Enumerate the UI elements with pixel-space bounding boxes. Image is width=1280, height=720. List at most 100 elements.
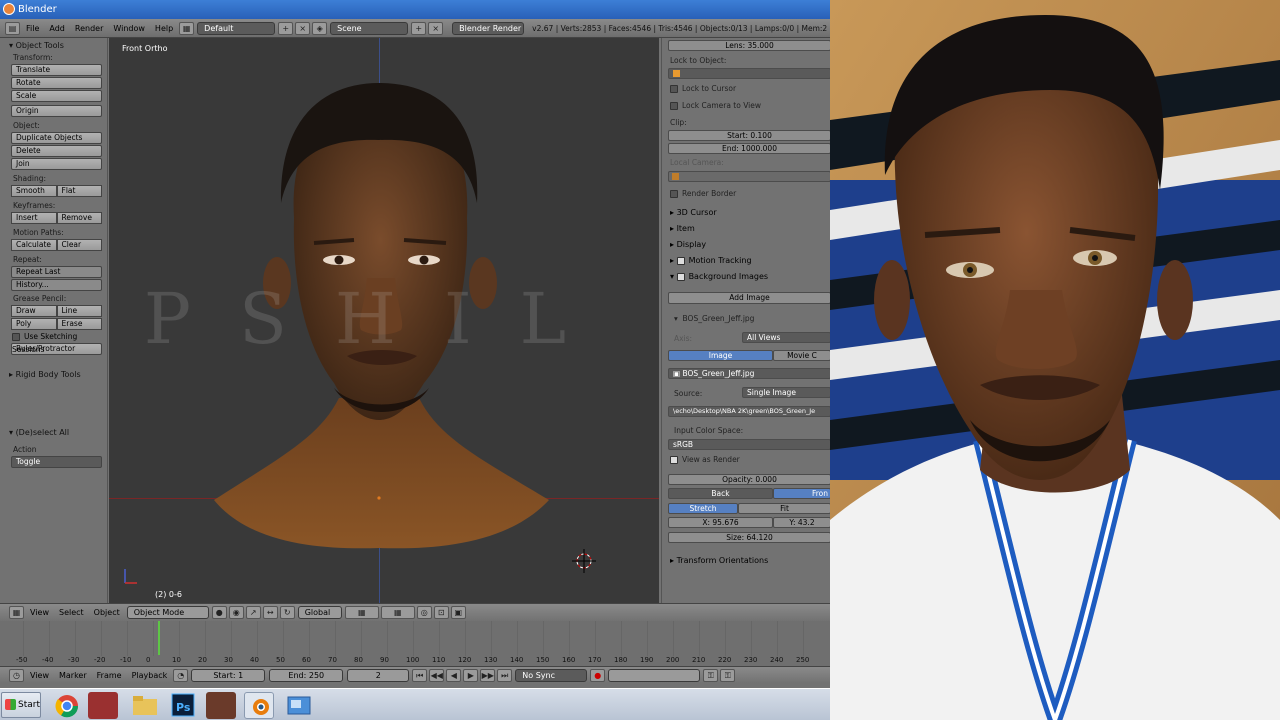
control-panel-icon[interactable]: [284, 692, 314, 719]
insert-keyframe-button[interactable]: Insert: [11, 212, 57, 224]
flat-button[interactable]: Flat: [56, 185, 102, 197]
history-button[interactable]: History...: [11, 279, 102, 291]
layers-1-icon[interactable]: ▦: [344, 606, 379, 619]
draw-button[interactable]: Draw: [11, 305, 57, 317]
end-frame-field[interactable]: End: 250: [269, 668, 344, 682]
back-button[interactable]: Back: [668, 488, 773, 499]
sketching-row[interactable]: Use Sketching Sessions: [3, 330, 107, 354]
background-images-checkbox[interactable]: [676, 272, 685, 281]
rigid-body-header[interactable]: ▸ Rigid Body Tools: [3, 367, 107, 381]
lock-cursor-row[interactable]: Lock to Cursor: [670, 84, 736, 93]
start-button[interactable]: Start: [1, 692, 41, 718]
rotate-manip-icon[interactable]: ↻: [279, 606, 295, 619]
pivot-icon[interactable]: ◉: [228, 606, 244, 619]
menu-add[interactable]: Add: [49, 24, 65, 33]
render-engine-select[interactable]: Blender Render: [452, 21, 525, 35]
fit-button[interactable]: Fit: [738, 503, 830, 514]
repeat-last-button[interactable]: Repeat Last: [11, 266, 102, 278]
layout-add-icon[interactable]: +: [278, 21, 294, 35]
snap-icon[interactable]: ⊡: [433, 606, 449, 619]
play-reverse-icon[interactable]: ◀: [446, 668, 462, 682]
editor-type-3d-icon[interactable]: ▦: [9, 606, 24, 619]
render-border-row[interactable]: Render Border: [670, 189, 736, 198]
start-frame-field[interactable]: Start: 1: [191, 668, 266, 682]
3d-viewport[interactable]: PSHIL Front Ortho (2) 0-6: [109, 38, 659, 603]
motion-tracking-checkbox[interactable]: [676, 256, 685, 265]
movie-clip-tab[interactable]: Movie C: [773, 350, 830, 361]
clip-end-field[interactable]: End: 1000.000: [668, 143, 830, 154]
next-keyframe-icon[interactable]: ▶▶: [480, 668, 496, 682]
current-frame-marker[interactable]: [158, 621, 160, 655]
record-icon[interactable]: ●: [590, 668, 606, 682]
axis-select[interactable]: All Views: [742, 332, 830, 343]
poly-button[interactable]: Poly: [11, 318, 57, 330]
clear-button[interactable]: Clear: [56, 239, 102, 251]
deselect-header[interactable]: ▾ (De)select All: [3, 425, 107, 439]
smooth-button[interactable]: Smooth: [11, 185, 57, 197]
local-camera-field[interactable]: [668, 171, 830, 182]
keying-set-field[interactable]: [608, 668, 701, 682]
calculate-button[interactable]: Calculate: [11, 239, 57, 251]
manipulator-icon[interactable]: ↗: [245, 606, 261, 619]
remove-keyframe-button[interactable]: Remove: [56, 212, 102, 224]
view-as-render-row[interactable]: View as Render: [670, 455, 740, 464]
lens-field[interactable]: Lens: 35.000: [668, 40, 830, 51]
menu-playback[interactable]: Playback: [132, 671, 168, 680]
timeline[interactable]: -50 -40 -30 -20 -10 0 10 20 30 40 50 60 70 80 90 100 110…: [0, 621, 830, 666]
ruler-button[interactable]: Ruler/Protractor: [11, 343, 102, 355]
orientation-select[interactable]: Global: [297, 606, 342, 619]
prev-keyframe-icon[interactable]: ◀◀: [429, 668, 445, 682]
preview-range-icon[interactable]: ◔: [173, 668, 189, 682]
item-panel[interactable]: ▸ Item: [670, 224, 695, 233]
layers-2-icon[interactable]: ▦: [380, 606, 415, 619]
menu-object[interactable]: Object: [94, 608, 120, 617]
lock-camera-checkbox[interactable]: [670, 102, 678, 110]
clip-start-field[interactable]: Start: 0.100: [668, 130, 830, 141]
lock-object-field[interactable]: [668, 68, 830, 79]
scene-field[interactable]: Scene: [330, 21, 409, 35]
delete-button[interactable]: Delete: [11, 145, 102, 157]
scale-button[interactable]: Scale: [11, 90, 102, 102]
source-select[interactable]: Single Image: [742, 387, 830, 398]
menu-view[interactable]: View: [30, 608, 49, 617]
transform-orientations-panel[interactable]: ▸ Transform Orientations: [670, 556, 768, 565]
delete-key-icon[interactable]: ⚿: [720, 668, 736, 682]
sync-select[interactable]: No Sync: [515, 668, 588, 682]
shading-icon[interactable]: ●: [211, 606, 227, 619]
menu-frame[interactable]: Frame: [97, 671, 122, 680]
menu-help[interactable]: Help: [155, 24, 173, 33]
action-select[interactable]: Toggle: [11, 456, 102, 468]
folder-icon[interactable]: [130, 692, 160, 719]
menu-window[interactable]: Window: [113, 24, 145, 33]
menu-select[interactable]: Select: [59, 608, 84, 617]
y-offset-field[interactable]: Y: 43.2: [773, 517, 830, 528]
add-image-button[interactable]: Add Image: [668, 292, 830, 304]
lock-camera-row[interactable]: Lock Camera to View: [670, 101, 761, 110]
menu-marker[interactable]: Marker: [59, 671, 87, 680]
blender-taskbar-icon[interactable]: [244, 692, 274, 719]
photoshop-icon[interactable]: Ps: [168, 692, 198, 719]
bg-image-entry[interactable]: ▾ BOS_Green_Jeff.jpg: [674, 314, 754, 323]
render-icon[interactable]: ▣: [450, 606, 466, 619]
x-offset-field[interactable]: X: 95.676: [668, 517, 773, 528]
chrome-icon[interactable]: [52, 692, 82, 719]
player-photo-icon[interactable]: [206, 692, 236, 719]
object-tools-header[interactable]: ▾ Object Tools: [3, 38, 107, 52]
editor-type-timeline-icon[interactable]: ◷: [9, 668, 24, 682]
filepath-field[interactable]: \echo\Desktop\NBA 2K\green\BOS_Green_Je: [668, 406, 830, 417]
opacity-slider[interactable]: Opacity: 0.000: [668, 474, 830, 485]
app-thumbnail-icon[interactable]: [88, 692, 118, 719]
translate-button[interactable]: Translate: [11, 64, 102, 76]
display-panel[interactable]: ▸ Display: [670, 240, 706, 249]
rotate-button[interactable]: Rotate: [11, 77, 102, 89]
menu-render[interactable]: Render: [75, 24, 103, 33]
origin-button[interactable]: Origin: [11, 105, 102, 117]
mode-select[interactable]: Object Mode: [126, 606, 209, 619]
menu-file[interactable]: File: [26, 24, 39, 33]
color-space-select[interactable]: sRGB: [668, 439, 830, 450]
scene-icon[interactable]: ◈: [312, 21, 328, 35]
jump-end-icon[interactable]: ⏭: [497, 668, 513, 682]
play-icon[interactable]: ▶: [463, 668, 479, 682]
scene-add-icon[interactable]: +: [411, 21, 427, 35]
image-datablock-field[interactable]: ▣ BOS_Green_Jeff.jpg: [668, 368, 830, 379]
